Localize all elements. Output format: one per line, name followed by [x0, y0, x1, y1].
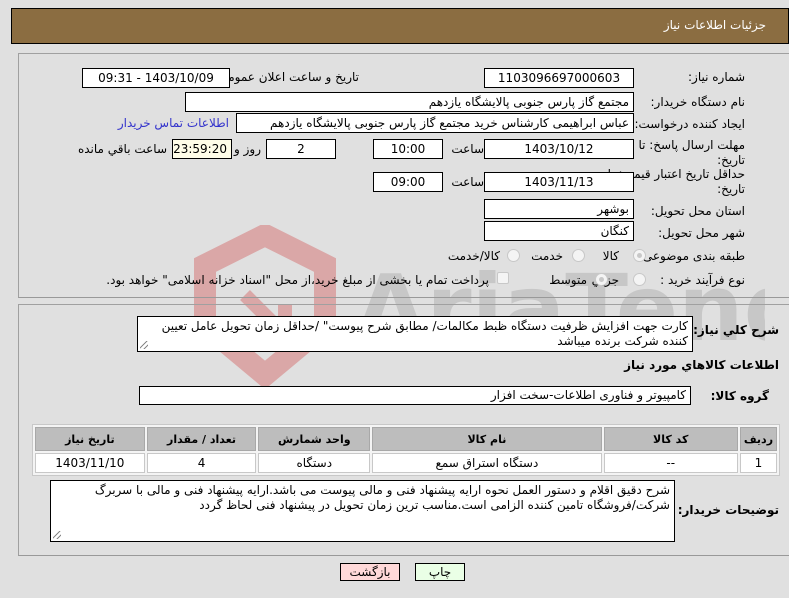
days-label: روز و	[234, 142, 261, 156]
description-textarea[interactable]: کارت جهت افزایش ظرفیت دستگاه ظبط مکالمات…	[137, 316, 693, 352]
goods-group-label: گروه کالا:	[710, 389, 769, 403]
resize-grip-icon[interactable]	[140, 341, 148, 349]
category-option-service: خدمت	[531, 249, 563, 263]
buyer-notes-text: شرح دقیق اقلام و دستور العمل نحوه ارایه …	[94, 483, 670, 512]
category-radio-goods[interactable]	[633, 249, 646, 262]
purchase-radio-minor[interactable]	[633, 273, 646, 286]
days-remaining-field: 2	[266, 139, 336, 159]
price-validity-date: 1403/11/13	[484, 172, 634, 192]
province-field: بوشهر	[484, 199, 634, 219]
cell-row-number: 1	[739, 453, 777, 473]
page-title: جزئیات اطلاعات نیاز	[663, 18, 766, 32]
col-row-number: ردیف	[739, 427, 777, 451]
time-remaining-label: ساعت باقي مانده	[77, 142, 167, 156]
reply-time-label: ساعت	[451, 142, 484, 156]
resize-grip-icon[interactable]	[53, 531, 61, 539]
time-remaining-field: 23:59:20	[172, 139, 232, 159]
cell-unit: دستگاه	[258, 453, 371, 473]
category-radio-service[interactable]	[572, 249, 585, 262]
treasury-payment-label: پرداخت تمام یا بخشی از مبلغ خرید،از محل …	[106, 273, 489, 287]
description-text: کارت جهت افزایش ظرفیت دستگاه ظبط مکالمات…	[161, 319, 688, 348]
announce-datetime-label: تاریخ و ساعت اعلان عمومی:	[214, 70, 359, 84]
purchase-type-label: نوع فرآیند خرید :	[660, 273, 745, 287]
buyer-org-label: نام دستگاه خریدار:	[650, 95, 746, 109]
buyer-org-field: مجتمع گاز پارس جنوبی پالایشگاه یازدهم	[185, 92, 634, 112]
back-button[interactable]: بازگشت	[340, 563, 400, 581]
announce-datetime-field: 1403/10/09 - 09:31	[82, 68, 230, 88]
treasury-payment-checkbox[interactable]	[497, 272, 509, 284]
col-unit: واحد شمارش	[258, 427, 371, 451]
category-label: طبقه بندی موضوعی:	[638, 249, 745, 263]
requester-label: ایجاد کننده درخواست:	[634, 117, 745, 131]
purchase-option-medium: متوسط	[549, 273, 587, 287]
page-header: جزئیات اطلاعات نیاز	[11, 8, 789, 44]
category-option-goods: کالا	[602, 249, 619, 263]
col-need-date: تاریخ نیاز	[35, 427, 145, 451]
buyer-contact-link[interactable]: اطلاعات تماس خریدار	[118, 116, 229, 130]
goods-section-title: اطلاعات كالاهاي مورد نياز	[624, 358, 779, 372]
items-table-header: ردیف کد کالا نام کالا واحد شمارش تعداد /…	[35, 427, 777, 451]
category-option-goods-service: کالا/خدمت	[447, 249, 500, 263]
col-item-code: کد کالا	[603, 427, 738, 451]
goods-group-field: کامپیوتر و فناوری اطلاعات-سخت افزار	[139, 386, 691, 405]
need-number-label: شماره نیاز:	[688, 70, 745, 84]
category-radio-goods-service[interactable]	[507, 249, 520, 262]
print-button[interactable]: چاپ	[415, 563, 465, 581]
province-label: استان محل تحویل:	[650, 204, 745, 218]
purchase-radio-medium[interactable]	[595, 273, 608, 286]
price-validity-time: 09:00	[373, 172, 443, 192]
reply-deadline-time: 10:00	[373, 139, 443, 159]
need-number-field: 1103096697000603	[484, 68, 634, 88]
col-item-name: نام کالا	[372, 427, 602, 451]
table-row: 1 -- دستگاه استراق سمع دستگاه 4 1403/11/…	[35, 453, 777, 473]
cell-need-date: 1403/11/10	[35, 453, 145, 473]
reply-deadline-label: مهلت ارسال پاسخ: تا تاریخ:	[638, 138, 745, 167]
buyer-notes-label: توضیحات خریدار:	[677, 503, 779, 517]
items-table: ردیف کد کالا نام کالا واحد شمارش تعداد /…	[32, 424, 780, 476]
reply-deadline-date: 1403/10/12	[484, 139, 634, 159]
cell-item-name: دستگاه استراق سمع	[372, 453, 602, 473]
description-label: شرح كلي نياز:	[693, 323, 779, 337]
city-label: شهر محل تحویل:	[658, 226, 745, 240]
requester-field: عباس ابراهیمی کارشناس خرید مجتمع گاز پار…	[236, 113, 634, 133]
price-validity-time-label: ساعت	[451, 175, 484, 189]
cell-quantity: 4	[146, 453, 257, 473]
buyer-notes-textarea[interactable]: شرح دقیق اقلام و دستور العمل نحوه ارایه …	[50, 480, 675, 542]
city-field: کنگان	[484, 221, 634, 241]
cell-item-code: --	[603, 453, 738, 473]
col-quantity: تعداد / مقدار	[146, 427, 257, 451]
